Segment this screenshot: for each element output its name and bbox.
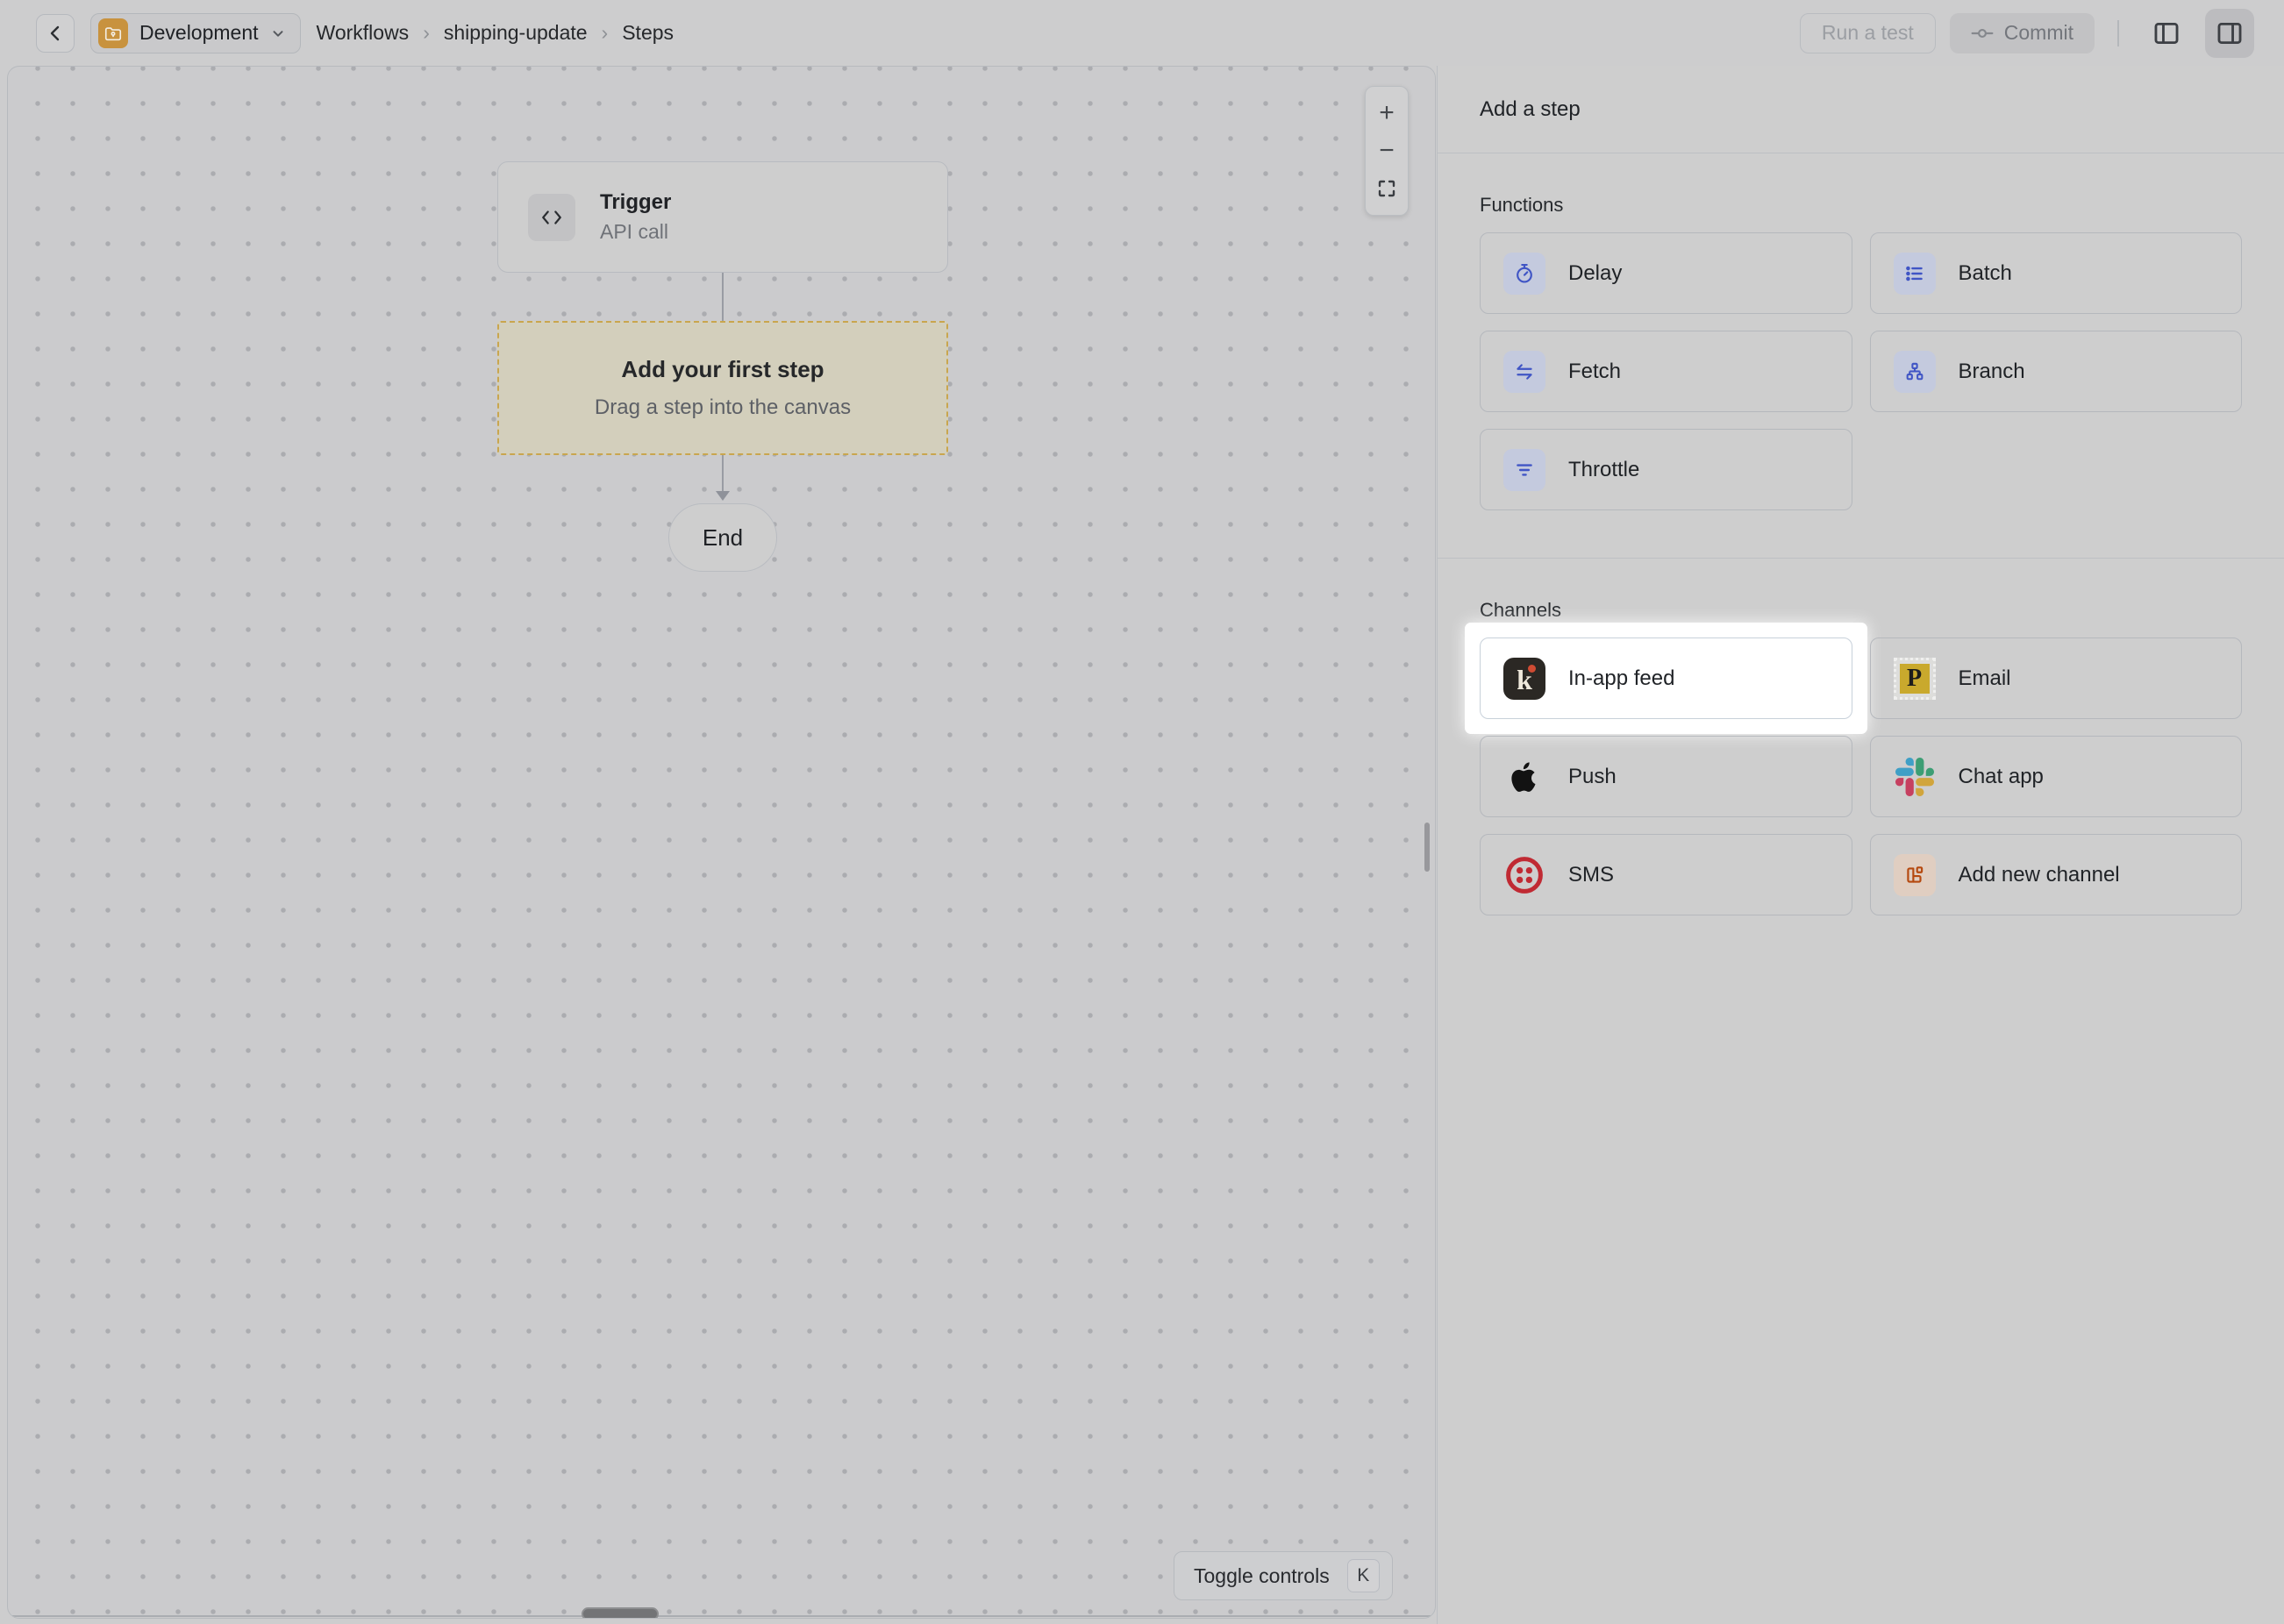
- postmark-logo-icon: P: [1894, 658, 1936, 700]
- step-card-sms[interactable]: SMS: [1480, 834, 1852, 915]
- step-card-label: Chat app: [1959, 765, 2044, 789]
- step-card-label: Delay: [1568, 261, 1622, 286]
- toolbar-divider: [2117, 20, 2119, 46]
- end-node: End: [668, 503, 777, 572]
- step-card-fetch[interactable]: Fetch: [1480, 331, 1852, 412]
- chevron-down-icon: [270, 25, 286, 41]
- slack-logo-icon: [1894, 756, 1936, 798]
- functions-section-label: Functions: [1480, 194, 2242, 217]
- step-card-push[interactable]: Push: [1480, 736, 1852, 817]
- run-a-test-button[interactable]: Run a test: [1800, 13, 1936, 53]
- dropzone-subtitle: Drag a step into the canvas: [595, 395, 851, 420]
- step-card-add-new-channel[interactable]: Add new channel: [1870, 834, 2243, 915]
- in-app-feed-spotlight: k In-app feed: [1480, 637, 1852, 719]
- panel-title: Add a step: [1438, 66, 2284, 153]
- breadcrumb-separator: ›: [423, 21, 430, 45]
- vertical-scrollbar-thumb[interactable]: [1424, 823, 1430, 872]
- step-card-branch[interactable]: Branch: [1870, 331, 2243, 412]
- panel-right-icon: [2215, 18, 2245, 48]
- trigger-node[interactable]: Trigger API call: [497, 161, 948, 273]
- step-card-batch[interactable]: Batch: [1870, 232, 2243, 314]
- toggle-left-panel-button[interactable]: [2142, 9, 2191, 58]
- breadcrumb: Workflows › shipping-update › Steps: [317, 21, 674, 45]
- top-bar: Development Workflows › shipping-update …: [0, 0, 2284, 66]
- step-card-label: Fetch: [1568, 360, 1621, 384]
- trigger-subtitle: API call: [600, 220, 671, 244]
- toggle-controls-label: Toggle controls: [1194, 1564, 1330, 1588]
- back-button[interactable]: [36, 14, 75, 53]
- zoom-controls: + −: [1365, 86, 1409, 216]
- twilio-logo-icon: [1503, 854, 1545, 896]
- step-card-label: In-app feed: [1568, 666, 1674, 691]
- step-card-label: Add new channel: [1959, 863, 2120, 887]
- apple-logo-icon: [1503, 756, 1545, 798]
- fit-view-button[interactable]: [1366, 170, 1408, 208]
- code-icon: [528, 194, 575, 241]
- step-card-label: Email: [1959, 666, 2011, 691]
- step-card-label: Batch: [1959, 261, 2012, 286]
- channels-section: Channels k In-app feed P Email: [1438, 558, 2284, 963]
- functions-section: Functions Delay Batch: [1438, 194, 2284, 558]
- panel-left-icon: [2152, 18, 2181, 48]
- step-card-label: Push: [1568, 765, 1617, 789]
- zoom-in-button[interactable]: +: [1366, 94, 1408, 132]
- top-bar-right: Run a test Commit: [1800, 9, 2254, 58]
- trigger-title: Trigger: [600, 190, 671, 215]
- commit-button[interactable]: Commit: [1950, 13, 2095, 53]
- environment-label: Development: [139, 21, 259, 45]
- functions-grid: Delay Batch Fetch: [1480, 232, 2242, 510]
- breadcrumb-workflows[interactable]: Workflows: [317, 21, 410, 45]
- zoom-out-button[interactable]: −: [1366, 132, 1408, 169]
- add-step-panel: Add a step Functions Delay: [1437, 66, 2284, 1624]
- connector-line: [722, 273, 724, 321]
- horizontal-scrollbar-track: [8, 1615, 1435, 1617]
- environment-selector[interactable]: Development: [90, 13, 301, 53]
- breadcrumb-separator: ›: [602, 21, 609, 45]
- add-first-step-dropzone[interactable]: Add your first step Drag a step into the…: [497, 321, 948, 455]
- step-card-delay[interactable]: Delay: [1480, 232, 1852, 314]
- connector-line: [722, 455, 724, 492]
- fetch-arrows-icon: [1503, 351, 1545, 393]
- horizontal-scrollbar-thumb[interactable]: [582, 1607, 659, 1619]
- dropzone-title: Add your first step: [621, 356, 824, 383]
- stopwatch-icon: [1503, 253, 1545, 295]
- toggle-right-panel-button[interactable]: [2205, 9, 2254, 58]
- environment-folder-icon: [98, 18, 128, 48]
- chevron-left-icon: [46, 25, 64, 42]
- step-card-label: Branch: [1959, 360, 2025, 384]
- step-card-in-app-feed[interactable]: k In-app feed: [1480, 637, 1852, 719]
- git-commit-icon: [1971, 22, 1994, 45]
- end-label: End: [703, 524, 743, 552]
- breadcrumb-steps[interactable]: Steps: [622, 21, 674, 45]
- fullscreen-icon: [1376, 178, 1397, 199]
- step-card-label: SMS: [1568, 863, 1614, 887]
- connector-arrowhead: [716, 491, 730, 501]
- step-card-email[interactable]: P Email: [1870, 637, 2243, 719]
- toggle-controls-button[interactable]: Toggle controls K: [1174, 1551, 1393, 1600]
- channels-section-label: Channels: [1480, 599, 2242, 622]
- commit-label: Commit: [2004, 21, 2073, 45]
- throttle-lines-icon: [1503, 449, 1545, 491]
- knock-logo-icon: k: [1503, 658, 1545, 700]
- workflow-canvas[interactable]: Trigger API call Add your first step Dra…: [7, 66, 1436, 1619]
- channels-grid: k In-app feed P Email Push: [1480, 637, 2242, 915]
- add-blocks-icon: [1894, 854, 1936, 896]
- breadcrumb-workflow-name[interactable]: shipping-update: [444, 21, 588, 45]
- step-card-throttle[interactable]: Throttle: [1480, 429, 1852, 510]
- step-card-label: Throttle: [1568, 458, 1639, 482]
- keyboard-shortcut-badge: K: [1347, 1559, 1380, 1592]
- batch-list-icon: [1894, 253, 1936, 295]
- top-bar-left: Development Workflows › shipping-update …: [36, 13, 1800, 53]
- branch-tree-icon: [1894, 351, 1936, 393]
- step-card-chat-app[interactable]: Chat app: [1870, 736, 2243, 817]
